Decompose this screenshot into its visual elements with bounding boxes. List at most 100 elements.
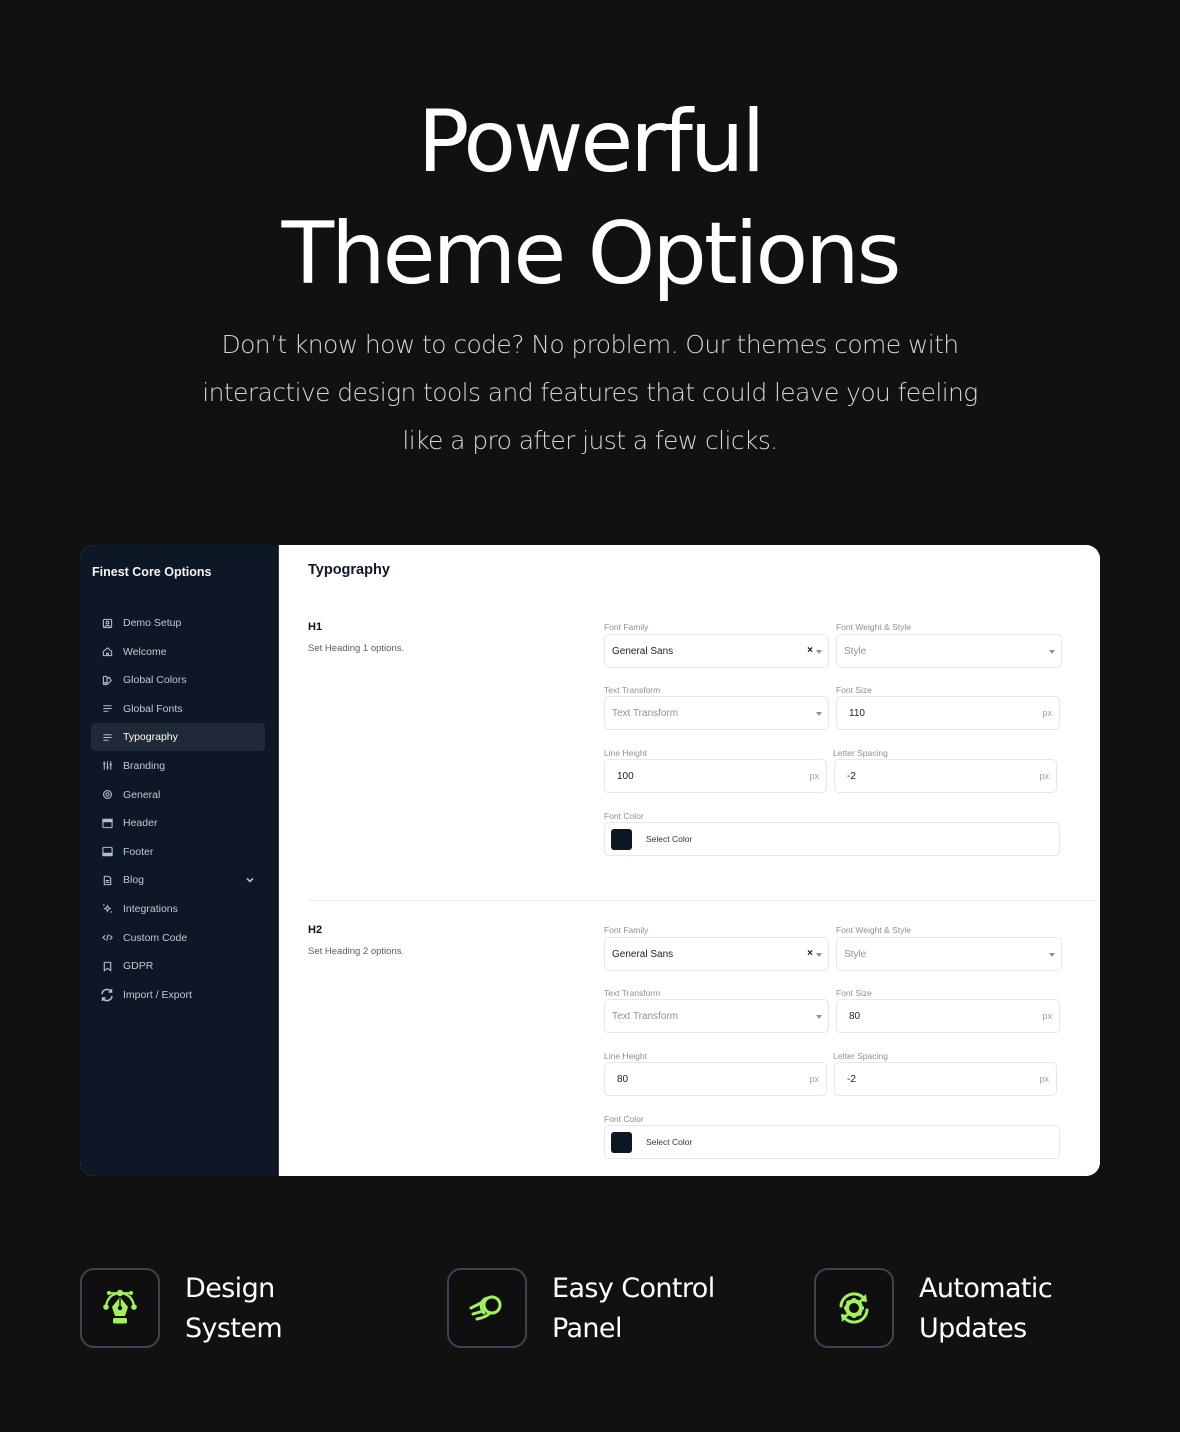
sidebar-item-global-colors[interactable]: Global Colors <box>91 666 265 694</box>
font-size-label: Font Size <box>836 685 872 695</box>
line-height-input[interactable]: 80 px <box>604 1062 827 1096</box>
hero-subtitle-line-1: Don’t know how to code? No problem. Our … <box>221 330 959 359</box>
gear-icon <box>102 789 113 800</box>
sidebar-item-demo-setup[interactable]: Demo Setup <box>91 609 265 637</box>
sidebar-item-custom-code[interactable]: Custom Code <box>91 924 265 952</box>
feature-title: Design System <box>185 1269 283 1349</box>
font-size-input[interactable]: 80 px <box>836 999 1060 1033</box>
unit-label: px <box>1042 708 1052 718</box>
sidebar-item-footer[interactable]: Footer <box>91 838 265 866</box>
home-icon <box>102 646 113 657</box>
line-height-input[interactable]: 100 px <box>604 759 827 793</box>
caret-down-icon <box>816 712 822 716</box>
font-family-select[interactable]: General Sans × <box>604 937 829 971</box>
caret-down-icon <box>1049 650 1055 654</box>
font-weight-label: Font Weight & Style <box>836 925 911 935</box>
hero-title-line-1: Powerful <box>417 92 766 192</box>
font-family-value: General Sans <box>612 645 674 657</box>
sidebar-nav: Demo Setup Welcome Global Colors Global … <box>91 609 265 1009</box>
font-weight-select[interactable]: Style <box>836 937 1062 971</box>
font-family-value: General Sans <box>612 948 674 960</box>
font-size-input[interactable]: 110 px <box>836 696 1060 730</box>
sidebar-item-global-fonts[interactable]: Global Fonts <box>91 695 265 723</box>
font-color-label: Font Color <box>604 1114 644 1124</box>
hero-title: Powerful Theme Options <box>0 86 1180 310</box>
text-transform-select[interactable]: Text Transform <box>604 696 829 730</box>
sidebar-item-import-export[interactable]: Import / Export <box>91 981 265 1009</box>
footer-layout-icon <box>102 846 113 857</box>
sliders-icon <box>102 760 113 771</box>
font-weight-select[interactable]: Style <box>836 634 1062 668</box>
sidebar-item-gdpr[interactable]: GDPR <box>91 952 265 980</box>
letter-spacing-input[interactable]: -2 px <box>834 1062 1057 1096</box>
header-layout-icon <box>102 818 113 829</box>
select-color-label: Select Color <box>646 834 693 844</box>
sidebar-item-label: Blog <box>123 874 145 887</box>
sidebar-item-header[interactable]: Header <box>91 809 265 837</box>
sidebar-item-label: Branding <box>123 759 166 772</box>
feature-title: Automatic Updates <box>919 1269 1053 1349</box>
section-description: Set Heading 1 options. <box>308 643 405 654</box>
sidebar-item-blog[interactable]: Blog <box>91 866 265 894</box>
font-weight-placeholder: Style <box>844 645 867 657</box>
text-lines-icon <box>102 732 113 743</box>
unit-label: px <box>1039 771 1049 781</box>
sidebar-item-label: Global Colors <box>123 674 187 687</box>
feature-title-line-2: Panel <box>552 1313 622 1344</box>
sidebar-item-label: Global Fonts <box>123 702 183 715</box>
font-weight-label: Font Weight & Style <box>836 622 911 632</box>
unit-label: px <box>1042 1011 1052 1021</box>
line-height-label: Line Height <box>604 1051 648 1061</box>
font-size-value: 110 <box>849 707 865 719</box>
sidebar-item-label: Welcome <box>123 645 167 658</box>
font-size-label: Font Size <box>836 988 872 998</box>
sidebar-item-label: Header <box>123 817 158 830</box>
letter-spacing-label: Letter Spacing <box>833 748 888 758</box>
pen-tool-icon <box>80 1268 160 1348</box>
unit-label: px <box>809 771 819 781</box>
sidebar-item-label: Integrations <box>123 902 178 915</box>
letter-spacing-value: -2 <box>847 1073 856 1085</box>
fast-ball-icon <box>447 1268 527 1348</box>
letter-spacing-label: Letter Spacing <box>833 1051 888 1061</box>
font-family-label: Font Family <box>604 925 649 935</box>
font-weight-placeholder: Style <box>844 948 867 960</box>
text-transform-placeholder: Text Transform <box>612 1010 679 1022</box>
sidebar-item-general[interactable]: General <box>91 781 265 809</box>
clear-icon[interactable]: × <box>807 948 813 959</box>
main-content: Typography H1 Set Heading 1 options. Fon… <box>279 545 1100 1176</box>
bookmark-icon <box>102 961 113 972</box>
h2-settings-section: H2 Set Heading 2 options. Font Family Ge… <box>279 848 1099 1176</box>
theme-options-panel: Finest Core Options Demo Setup Welcome G… <box>80 545 1100 1176</box>
sidebar-item-welcome[interactable]: Welcome <box>91 638 265 666</box>
font-color-picker[interactable]: Select Color <box>604 1125 1060 1159</box>
caret-down-icon <box>816 1015 822 1019</box>
text-transform-select[interactable]: Text Transform <box>604 999 829 1033</box>
caret-down-icon <box>1049 953 1055 957</box>
sidebar-item-label: Footer <box>123 845 154 858</box>
sidebar-item-branding[interactable]: Branding <box>91 752 265 780</box>
feature-title: Easy Control Panel <box>552 1269 715 1349</box>
section-heading: H2 <box>308 924 323 936</box>
font-family-label: Font Family <box>604 622 649 632</box>
sidebar-item-typography[interactable]: Typography <box>91 723 265 752</box>
feature-title-line-2: System <box>185 1313 283 1344</box>
letter-spacing-input[interactable]: -2 px <box>834 759 1057 793</box>
sync-icon <box>100 988 114 1002</box>
sidebar-item-label: Import / Export <box>123 988 192 1001</box>
unit-label: px <box>809 1074 819 1084</box>
palette-icon <box>102 675 113 686</box>
hero-subtitle-line-2: interactive design tools and features th… <box>202 378 978 407</box>
chevron-down-icon[interactable] <box>245 875 255 885</box>
feature-title-line-1: Automatic <box>919 1273 1053 1304</box>
color-swatch <box>611 828 632 850</box>
hero-subtitle: Don’t know how to code? No problem. Our … <box>190 321 990 465</box>
sidebar-item-integrations[interactable]: Integrations <box>91 895 265 923</box>
caret-down-icon <box>816 650 822 654</box>
clear-icon[interactable]: × <box>807 645 813 656</box>
font-color-label: Font Color <box>604 811 644 821</box>
font-family-select[interactable]: General Sans × <box>604 634 829 668</box>
gear-sync-icon <box>814 1268 894 1348</box>
unit-label: px <box>1039 1074 1049 1084</box>
demo-setup-icon <box>102 618 113 629</box>
